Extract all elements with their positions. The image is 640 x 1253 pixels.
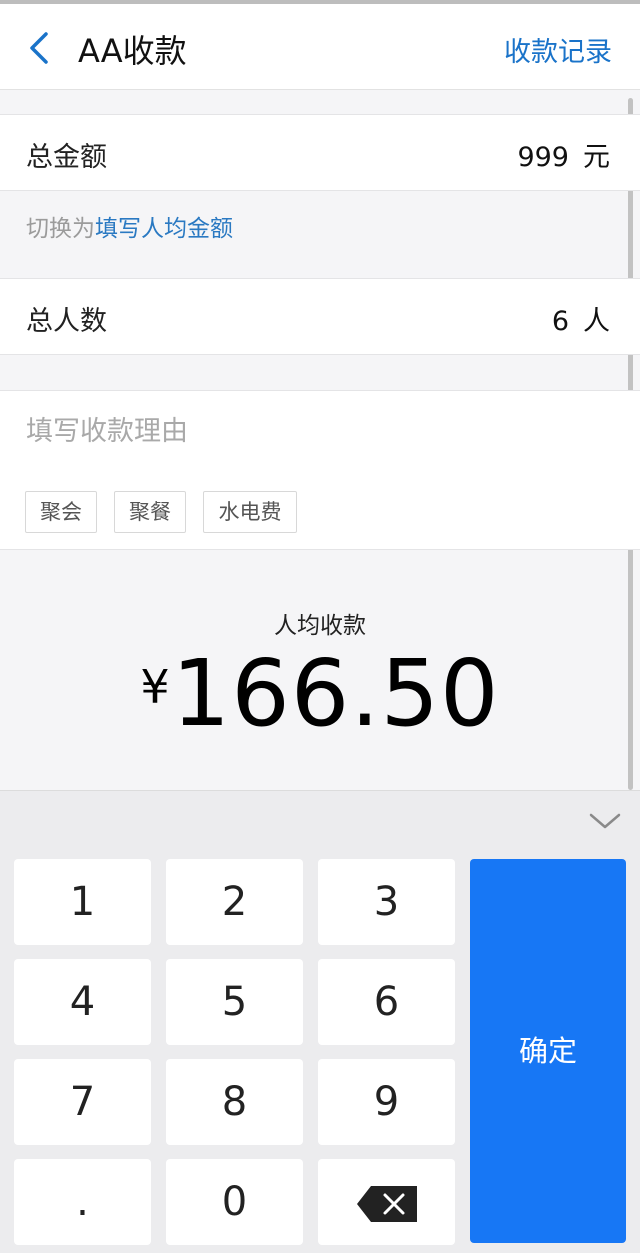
backspace-key[interactable] bbox=[318, 1159, 455, 1245]
people-count-unit: 人 bbox=[583, 306, 610, 337]
confirm-button[interactable]: 确定 bbox=[470, 859, 626, 1243]
key-0[interactable]: 0 bbox=[166, 1159, 303, 1245]
key-5[interactable]: 5 bbox=[166, 959, 303, 1045]
reason-input[interactable] bbox=[26, 409, 606, 453]
currency-symbol: ¥ bbox=[140, 660, 170, 714]
key-7[interactable]: 7 bbox=[14, 1059, 151, 1145]
nav-bar: AA收款 收款记录 bbox=[0, 4, 640, 90]
per-person-amount: ¥166.50 bbox=[0, 640, 640, 747]
key-9[interactable]: 9 bbox=[318, 1059, 455, 1145]
page-title: AA收款 bbox=[78, 32, 187, 70]
key-1[interactable]: 1 bbox=[14, 859, 151, 945]
key-2[interactable]: 2 bbox=[166, 859, 303, 945]
backspace-icon bbox=[356, 1186, 417, 1222]
switch-mode-hint: 切换为填写人均金额 bbox=[26, 209, 233, 243]
key-8[interactable]: 8 bbox=[166, 1059, 303, 1145]
key-4[interactable]: 4 bbox=[14, 959, 151, 1045]
key-3[interactable]: 3 bbox=[318, 859, 455, 945]
chevron-down-icon[interactable] bbox=[588, 809, 622, 833]
total-amount-row[interactable]: 总金额 999 元 bbox=[0, 114, 640, 191]
reason-section: 聚会 聚餐 水电费 bbox=[0, 390, 640, 550]
total-amount-unit: 元 bbox=[583, 142, 610, 173]
total-amount-value[interactable]: 999 元 bbox=[517, 135, 610, 174]
total-amount-number[interactable]: 999 bbox=[517, 142, 569, 173]
people-count-value[interactable]: 6人 bbox=[552, 299, 610, 338]
people-count-number[interactable]: 6 bbox=[552, 306, 569, 337]
payment-records-link[interactable]: 收款记录 bbox=[504, 30, 612, 69]
total-amount-label: 总金额 bbox=[26, 142, 107, 173]
numeric-keypad: 1 2 3 4 5 6 7 8 9 . 0 确定 bbox=[0, 790, 640, 1253]
reason-tag-dinner[interactable]: 聚餐 bbox=[114, 491, 186, 533]
reason-tag-utilities[interactable]: 水电费 bbox=[203, 491, 297, 533]
per-person-label: 人均收款 bbox=[274, 613, 366, 639]
reason-tag-gathering[interactable]: 聚会 bbox=[25, 491, 97, 533]
people-count-row[interactable]: 总人数 6人 bbox=[0, 278, 640, 355]
switch-per-person-link[interactable]: 填写人均金额 bbox=[95, 216, 233, 242]
people-count-label: 总人数 bbox=[26, 306, 107, 337]
per-person-amount-value: 166.50 bbox=[171, 640, 500, 747]
key-decimal[interactable]: . bbox=[14, 1159, 151, 1245]
back-arrow-icon[interactable] bbox=[24, 28, 56, 68]
key-6[interactable]: 6 bbox=[318, 959, 455, 1045]
switch-mode-prefix: 切换为 bbox=[26, 216, 95, 242]
